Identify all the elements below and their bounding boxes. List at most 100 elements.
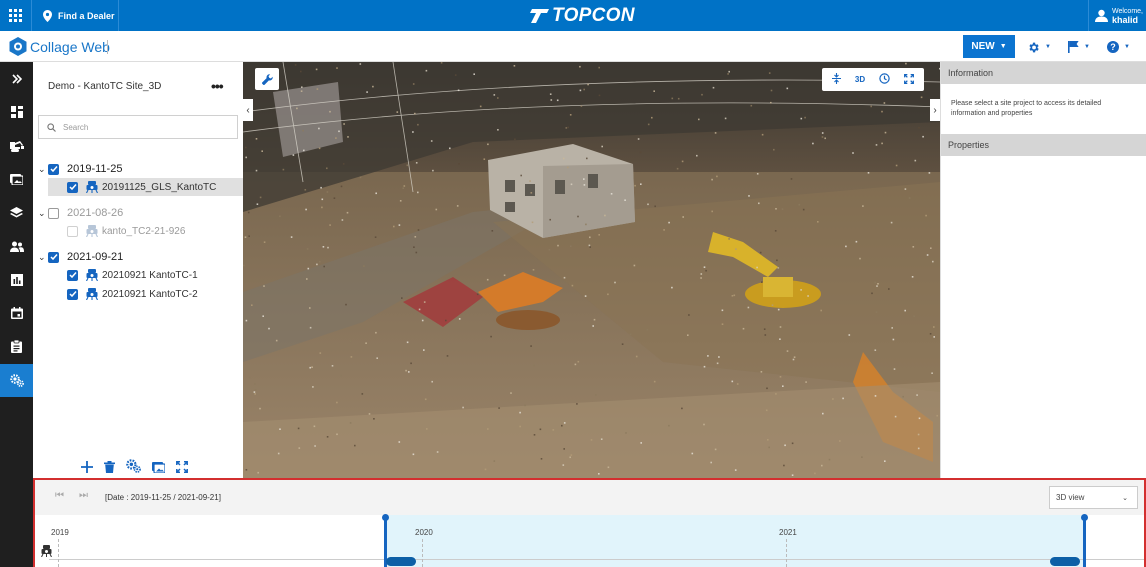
3d-viewport[interactable]: 3D ‹ ›	[243, 62, 940, 478]
clock-icon	[879, 72, 890, 84]
gears-icon	[9, 373, 24, 387]
item-checkbox[interactable]	[67, 181, 78, 193]
checkmark-icon	[49, 166, 58, 173]
timeline-track[interactable]: 2019 2020 2021	[35, 514, 1144, 567]
timeline-baseline	[49, 559, 1144, 560]
group-checkbox[interactable]	[48, 251, 59, 263]
double-chevron-right-icon	[11, 74, 22, 84]
item-checkbox[interactable]	[67, 288, 78, 300]
range-end-handle[interactable]	[1083, 517, 1086, 567]
year-tick	[58, 539, 59, 567]
range-end-grip[interactable]	[1050, 557, 1080, 566]
settings-tool-button[interactable]	[126, 459, 141, 478]
properties-header[interactable]: Properties	[941, 134, 1146, 156]
search-input[interactable]	[63, 122, 223, 132]
help-icon: ?	[1107, 41, 1119, 53]
date-range-label: [Date : 2019-11-25 / 2021-09-21]	[105, 493, 221, 502]
settings-menu[interactable]: ▼	[1027, 39, 1051, 55]
information-header: Information	[941, 62, 1146, 84]
tools-button[interactable]	[255, 68, 279, 90]
collapse-left-button[interactable]: ‹	[243, 99, 253, 121]
images-button[interactable]	[152, 460, 166, 478]
timeline-controls: ⏮ ⏭ [Date : 2019-11-25 / 2021-09-21] 3D …	[35, 480, 1144, 515]
year-tick	[422, 539, 423, 567]
item-checkbox[interactable]	[67, 269, 78, 281]
tree-toolbar	[81, 459, 188, 478]
last-frame-button[interactable]: ⏭	[79, 490, 88, 501]
tree-item[interactable]: 20210921 KantoTC-2	[48, 285, 243, 303]
scan-marker[interactable]	[41, 544, 52, 562]
timeline-panel: ⏮ ⏭ [Date : 2019-11-25 / 2021-09-21] 3D …	[33, 478, 1146, 567]
history-button[interactable]	[879, 71, 890, 89]
photo-stack-icon	[152, 461, 166, 474]
item-checkbox[interactable]	[67, 225, 78, 237]
item-name: 20210921 KantoTC-1	[102, 269, 198, 281]
group-date: 2021-08-26	[67, 207, 124, 219]
chevron-down-icon[interactable]: ⌄	[38, 252, 48, 263]
chevron-down-icon: ▼	[999, 43, 1007, 50]
nav-settings[interactable]	[0, 363, 33, 397]
collage-web-logo[interactable]: Collage Web	[9, 37, 110, 56]
bar-chart-icon	[10, 273, 23, 286]
flag-menu[interactable]: ▼	[1068, 39, 1090, 55]
help-menu[interactable]: ? ▼	[1107, 39, 1130, 55]
chevron-right-icon: ›	[933, 104, 937, 116]
nav-calendar[interactable]	[0, 297, 33, 331]
new-button-label: NEW	[971, 41, 995, 52]
range-end-knob[interactable]	[1081, 514, 1088, 521]
delete-button[interactable]	[104, 460, 115, 478]
username: khalid	[1112, 14, 1139, 25]
skip-start-icon: ⏮	[55, 490, 64, 501]
apps-grid-button[interactable]	[0, 0, 32, 31]
photo-stack-icon	[10, 173, 23, 185]
collapse-right-button[interactable]: ›	[930, 99, 940, 121]
level-tool-button[interactable]	[831, 71, 841, 89]
find-dealer-link[interactable]: Find a Dealer	[33, 0, 119, 31]
chevron-down-icon[interactable]: ⌄	[38, 208, 48, 219]
3d-mode-button[interactable]: 3D	[855, 75, 865, 84]
chevron-down-icon[interactable]: ⌄	[38, 164, 48, 175]
chevron-left-icon: ‹	[246, 104, 250, 116]
nav-media[interactable]	[0, 163, 33, 197]
group-date: 2021-09-21	[67, 251, 124, 263]
group-checkbox[interactable]	[48, 207, 59, 219]
range-start-knob[interactable]	[382, 514, 389, 521]
scanner-icon	[41, 545, 52, 558]
tree-group[interactable]: ⌄ 2019-11-25	[38, 160, 122, 178]
excavator-icon	[9, 140, 24, 152]
expand-button[interactable]	[176, 460, 188, 478]
tree-item[interactable]: 20191125_GLS_KantoTC	[48, 178, 243, 196]
nav-dashboard[interactable]	[0, 96, 33, 130]
group-date: 2019-11-25	[67, 163, 123, 175]
fullscreen-button[interactable]	[904, 71, 914, 89]
new-button[interactable]: NEW ▼	[963, 35, 1015, 58]
year-label: 2020	[415, 528, 433, 537]
tree-item[interactable]: 20210921 KantoTC-1	[48, 266, 243, 284]
nav-users[interactable]	[0, 230, 33, 264]
tree-group[interactable]: ⌄ 2021-09-21	[38, 248, 123, 266]
range-start-grip[interactable]	[386, 557, 416, 566]
tree-item[interactable]: kanto_TC2-21-926	[48, 222, 243, 240]
add-button[interactable]	[81, 460, 93, 478]
more-options-button[interactable]: •••	[211, 78, 224, 94]
nav-collapse[interactable]	[0, 62, 33, 96]
view-select-value: 3D view	[1056, 493, 1085, 502]
search-box[interactable]	[38, 115, 238, 139]
user-menu[interactable]: Welcome, khalid	[1088, 0, 1146, 31]
nav-clipboard[interactable]	[0, 330, 33, 364]
app-title: Collage Web	[30, 38, 110, 55]
group-checkbox[interactable]	[48, 163, 59, 175]
nav-machines[interactable]	[0, 129, 33, 163]
nav-reports[interactable]	[0, 263, 33, 297]
dashboard-icon	[10, 106, 23, 119]
collage-hex-icon	[9, 37, 27, 56]
year-label: 2021	[779, 528, 797, 537]
find-dealer-label: Find a Dealer	[58, 10, 115, 21]
nav-layers[interactable]	[0, 196, 33, 230]
brand-name: TOPCON	[552, 5, 635, 26]
view-select[interactable]: 3D view ⌄	[1049, 486, 1138, 509]
tree-group[interactable]: ⌄ 2021-08-26	[38, 204, 123, 222]
view-toolbar: 3D	[822, 68, 924, 91]
first-frame-button[interactable]: ⏮	[55, 490, 64, 501]
checkmark-icon	[68, 184, 77, 191]
